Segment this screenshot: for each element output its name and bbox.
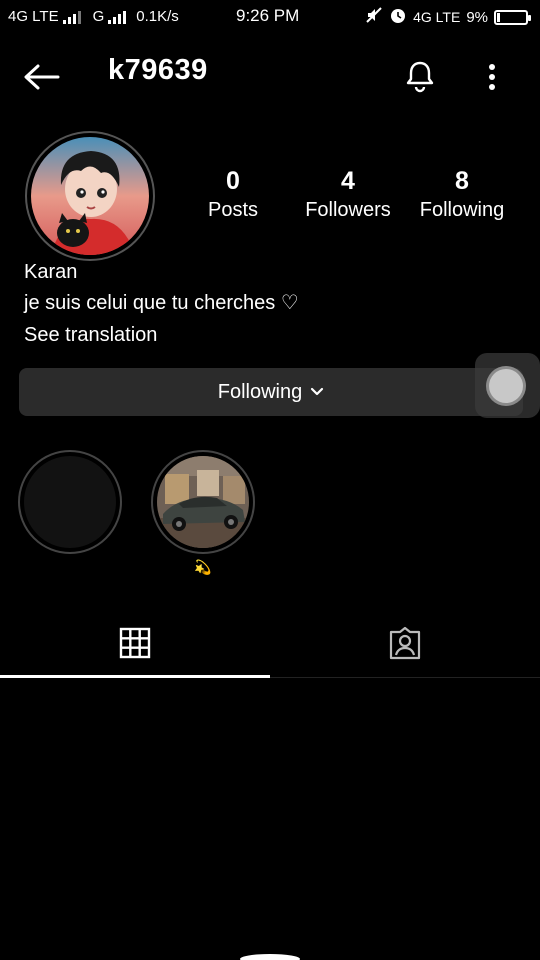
followers-label: Followers (305, 199, 391, 221)
highlight-cover (24, 456, 116, 548)
story-highlight[interactable] (151, 450, 255, 554)
more-options-button[interactable] (480, 60, 504, 94)
network-type-3: 4G LTE (413, 9, 461, 25)
tab-posts-grid[interactable] (0, 610, 270, 676)
highlight-cover (157, 456, 249, 548)
profile-screen: 4G LTE G 0.1K/s 9:26 PM 4G LTE 9% k79639 (0, 0, 540, 960)
network-type: 4G LTE (8, 8, 59, 25)
tab-tagged[interactable] (270, 610, 540, 676)
more-vertical-icon (489, 64, 495, 90)
grid-icon (119, 627, 151, 659)
following-label: Following (419, 199, 505, 221)
notifications-button[interactable] (402, 58, 438, 94)
clock: 9:26 PM (236, 6, 300, 25)
profile-bio: je suis celui que tu cherches ♡ (24, 292, 299, 314)
home-indicator[interactable] (240, 954, 300, 960)
profile-avatar[interactable] (25, 131, 155, 261)
back-arrow-icon (24, 64, 60, 90)
status-bar: 4G LTE G 0.1K/s 9:26 PM 4G LTE 9% (0, 0, 540, 36)
status-left: 4G LTE G 0.1K/s (8, 8, 179, 25)
profile-username: k79639 (108, 54, 208, 86)
mute-icon (365, 6, 383, 28)
bell-icon (406, 61, 434, 93)
following-button[interactable]: Following (19, 368, 523, 416)
story-highlight[interactable] (18, 450, 122, 554)
avatar-image (31, 137, 149, 255)
posts-count: 0 (226, 167, 240, 195)
battery-icon (494, 9, 531, 25)
see-translation-link[interactable]: See translation (24, 324, 157, 347)
battery-percent: 9% (466, 8, 488, 26)
back-button[interactable] (22, 62, 62, 92)
tagged-icon (389, 626, 421, 660)
network-type-2: G (92, 8, 105, 25)
posts-label: Posts (207, 199, 259, 221)
profile-name: Karan (24, 261, 78, 283)
signal-icon-2 (108, 10, 127, 24)
following-button-label: Following (217, 380, 303, 403)
stat-following[interactable]: 8 Following (414, 164, 510, 222)
stat-followers[interactable]: 4 Followers (300, 164, 396, 222)
highlight-label: 💫 (194, 559, 212, 575)
network-speed: 0.1K/s (136, 8, 179, 25)
floating-assist-button[interactable] (475, 353, 540, 418)
signal-icon (62, 10, 81, 24)
followers-count: 4 (341, 167, 355, 195)
profile-header: k79639 (0, 50, 540, 102)
following-count: 8 (455, 167, 469, 195)
alarm-icon (389, 6, 407, 28)
tab-selected-indicator (0, 675, 270, 678)
status-right: 4G LTE 9% (365, 6, 531, 28)
stat-posts[interactable]: 0 Posts (203, 164, 263, 222)
chevron-down-icon (311, 387, 324, 396)
